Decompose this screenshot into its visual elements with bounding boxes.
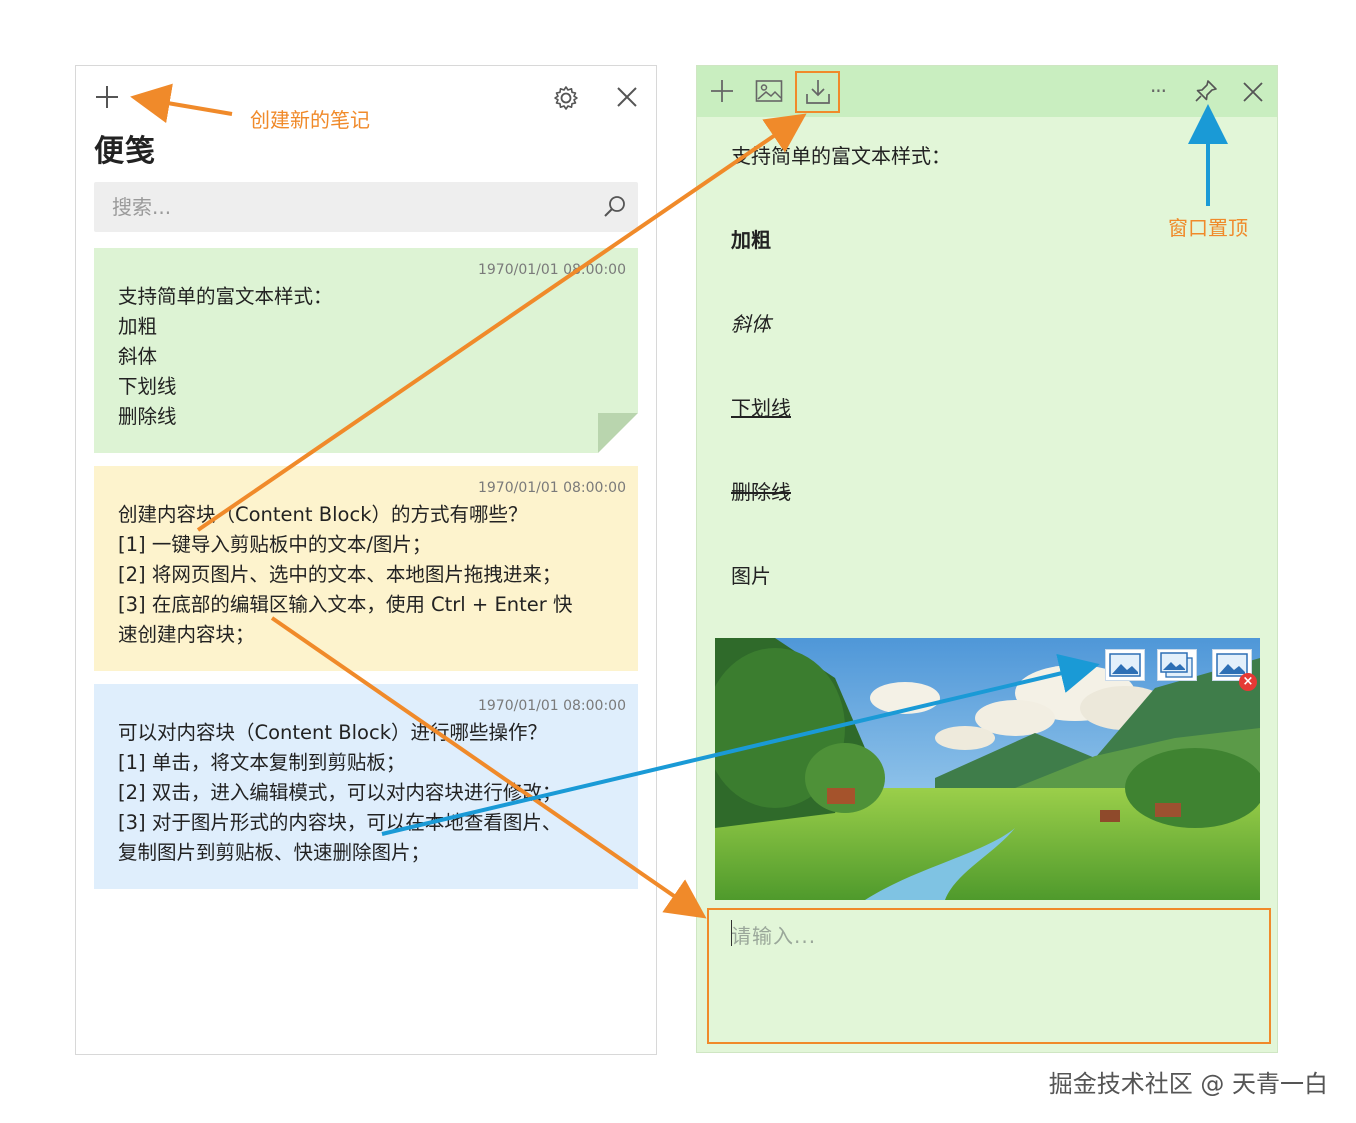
content-block-bold[interactable]: 加粗 bbox=[731, 224, 771, 253]
text-caret bbox=[731, 920, 732, 946]
note-card-blue[interactable]: 1970/01/01 08:00:00 可以对内容块（Content Block… bbox=[94, 684, 638, 889]
gear-icon[interactable] bbox=[550, 82, 582, 114]
page-title: 便笺 bbox=[94, 134, 156, 169]
editor-area bbox=[707, 908, 1271, 1044]
watermark: 掘金技术社区 @ 天青一白 bbox=[1048, 1070, 1328, 1098]
note-line: 加粗 bbox=[118, 315, 158, 338]
view-image-button[interactable] bbox=[1105, 649, 1145, 681]
note-line: 速创建内容块； bbox=[118, 623, 255, 646]
note-line: 可以对内容块（Content Block）进行哪些操作？ bbox=[118, 721, 547, 744]
note-line: 创建内容块（Content Block）的方式有哪些？ bbox=[118, 503, 528, 526]
note-line: [1] 一键导入剪贴板中的文本/图片； bbox=[118, 533, 432, 556]
note-line: [3] 对于图片形式的内容块，可以在本地查看图片、 bbox=[118, 811, 562, 834]
editor-toolbar: ··· bbox=[697, 66, 1277, 117]
note-line: 支持简单的富文本样式： bbox=[118, 285, 333, 308]
note-line: [3] 在底部的编辑区输入文本，使用 Ctrl + Enter 快 bbox=[118, 593, 573, 616]
plus-icon[interactable] bbox=[707, 76, 737, 106]
plus-icon[interactable] bbox=[92, 82, 122, 112]
note-input[interactable] bbox=[709, 910, 1269, 1042]
annotation-create-note: 创建新的笔记 bbox=[250, 108, 370, 132]
pin-icon[interactable] bbox=[1191, 76, 1221, 106]
note-timestamp: 1970/01/01 08:00:00 bbox=[477, 698, 626, 714]
close-icon[interactable] bbox=[1239, 78, 1267, 106]
annotation-pin-window: 窗口置顶 bbox=[1168, 216, 1248, 240]
note-line: [2] 双击，进入编辑模式，可以对内容块进行修改； bbox=[118, 781, 562, 804]
note-line: 下划线 bbox=[118, 375, 177, 398]
content-block-image-label[interactable]: 图片 bbox=[731, 560, 771, 589]
search-bar bbox=[94, 182, 638, 232]
content-block-underline[interactable]: 下划线 bbox=[731, 392, 791, 421]
search-input[interactable] bbox=[94, 182, 594, 232]
more-icon[interactable]: ··· bbox=[1141, 78, 1175, 104]
note-line: 删除线 bbox=[118, 405, 177, 428]
note-line: [2] 将网页图片、选中的文本、本地图片拖拽进来； bbox=[118, 563, 562, 586]
content-block-strikethrough[interactable]: 删除线 bbox=[731, 476, 791, 505]
note-line: 斜体 bbox=[118, 345, 158, 368]
content-block-italic[interactable]: 斜体 bbox=[731, 308, 771, 337]
note-line: [1] 单击，将文本复制到剪贴板； bbox=[118, 751, 406, 774]
search-icon[interactable] bbox=[602, 194, 628, 224]
image-icon[interactable] bbox=[753, 76, 785, 106]
content-block-heading[interactable]: 支持简单的富文本样式： bbox=[731, 140, 951, 169]
notes-list-window: 便笺 1970/01/01 08:00:00 支持简单的富文本样式： 加粗 斜体… bbox=[75, 65, 657, 1055]
note-timestamp: 1970/01/01 08:00:00 bbox=[477, 480, 626, 496]
note-timestamp: 1970/01/01 08:00:00 bbox=[477, 262, 626, 278]
close-icon[interactable] bbox=[612, 82, 642, 112]
download-icon[interactable] bbox=[801, 76, 835, 108]
note-line: 复制图片到剪贴板、快速删除图片； bbox=[118, 841, 431, 864]
page-fold-corner bbox=[598, 413, 638, 453]
close-icon[interactable]: × bbox=[1239, 673, 1257, 691]
copy-image-button[interactable] bbox=[1157, 649, 1197, 681]
note-card-green[interactable]: 1970/01/01 08:00:00 支持简单的富文本样式： 加粗 斜体 下划… bbox=[94, 248, 638, 453]
note-card-yellow[interactable]: 1970/01/01 08:00:00 创建内容块（Content Block）… bbox=[94, 466, 638, 671]
